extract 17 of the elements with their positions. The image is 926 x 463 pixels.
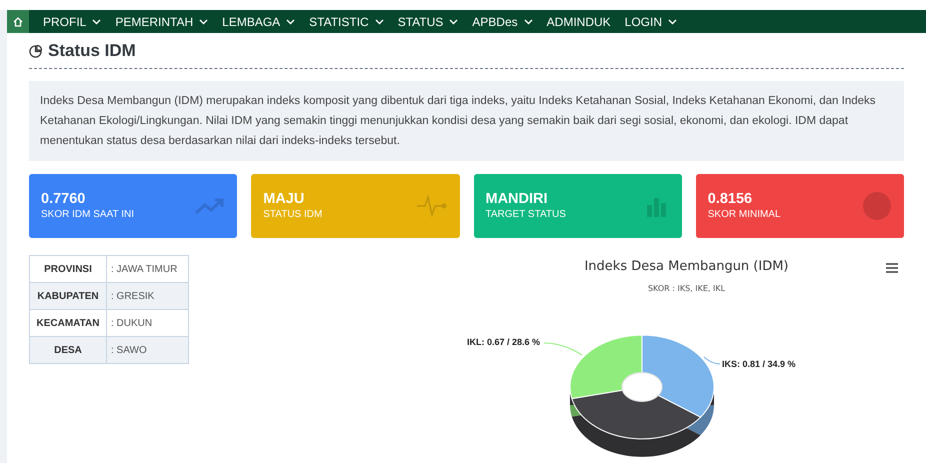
stat-value: 0.8156	[708, 190, 754, 208]
chart-title: Indeks Desa Membangun (IDM)	[584, 258, 789, 276]
stat-label: SKOR MINIMAL	[708, 208, 781, 222]
stat-value: MANDIRI	[486, 190, 549, 208]
description-text: Indeks Desa Membangun (IDM) merupakan indeks komposit yang dibentuk dari tiga indeks, yaitu Indeks Ketahanan Sosial, Indeks Ketahanan Ekonomi, dan Indeks Ketahanan Ekologi/Lingkungan. Nilai IDM yang semakin tinggi menunjukkan kondisi desa yang semakin baik dari segi sosial, ekonomi, dan ekologi. IDM dapat menentukan status desa berdasarkan nilai dari indeks-indeks tersebut.	[40, 94, 877, 149]
stat-label: TARGET STATUS	[486, 208, 566, 222]
stat-label: SKOR IDM SAAT INI	[41, 208, 134, 222]
stat-label: STATUS IDM	[263, 208, 322, 222]
table-cell: : SAWO	[106, 336, 188, 364]
page-title: Status IDM	[48, 40, 136, 62]
data-label: IKL: 0.67 / 28.6 %	[466, 336, 540, 346]
table-cell: DESA	[30, 336, 106, 364]
stat-value: 0.7760	[41, 190, 86, 208]
chart-subtitle: SKOR : IKS, IKE, IKL	[648, 282, 726, 294]
stat-value: MAJU	[263, 190, 306, 208]
table-cell: PROVINSI	[30, 256, 106, 282]
data-label: IKS: 0.81 / 34.9 %	[722, 358, 796, 368]
